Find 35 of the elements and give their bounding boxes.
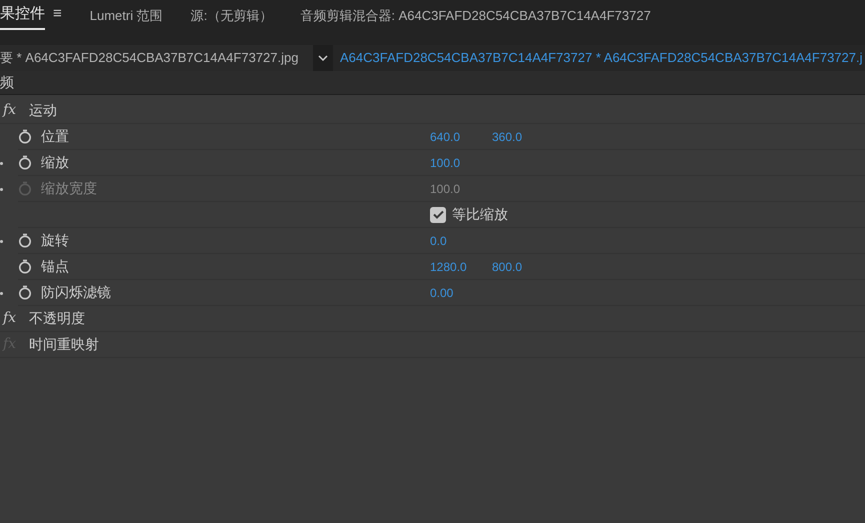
panel-tab[interactable]: Lumetri 范围 — [90, 6, 163, 30]
checkbox-label[interactable]: 等比缩放 — [452, 204, 508, 225]
property-value[interactable]: 100.0 — [430, 154, 492, 172]
fx-icon[interactable]: fx — [0, 308, 20, 329]
property-name: 锚点 — [41, 257, 70, 276]
effect-name[interactable]: 运动 — [29, 100, 58, 121]
property-value[interactable]: 800.0 — [492, 258, 554, 276]
property-value: 100.0 — [430, 180, 462, 198]
panel-tab[interactable]: 音频剪辑混合器: A64C3FAFD28C54CBA37B7C14A4F73727 — [300, 6, 651, 30]
property-name: 旋转 — [41, 231, 70, 250]
panel-menu-icon[interactable]: ≡ — [53, 2, 62, 30]
property-value[interactable]: 640.0 — [430, 128, 492, 146]
section-label: 频 — [0, 73, 14, 92]
property-name: 位置 — [41, 127, 70, 146]
effect-name[interactable]: 不透明度 — [29, 308, 86, 329]
master-clip-label: 要 * A64C3FAFD28C54CBA37B7C14A4F73727.jpg — [0, 45, 313, 71]
stopwatch-icon[interactable] — [18, 129, 32, 144]
stopwatch-icon[interactable] — [18, 259, 32, 274]
dropdown-caret-icon[interactable] — [313, 45, 333, 71]
checkbox[interactable] — [430, 206, 446, 222]
property-name: 缩放 — [41, 153, 70, 172]
stopwatch-icon[interactable] — [18, 155, 32, 170]
property-value[interactable]: 0.0 — [430, 232, 492, 250]
property-name: 缩放宽度 — [41, 179, 98, 198]
panel-tab[interactable]: 果控件 — [0, 2, 45, 30]
property-value[interactable]: 1280.0 — [430, 258, 492, 276]
stopwatch-icon[interactable] — [18, 233, 32, 248]
stopwatch-icon[interactable] — [18, 285, 32, 300]
effect-name[interactable]: 时间重映射 — [29, 334, 100, 355]
sequence-clip-label[interactable]: A64C3FAFD28C54CBA37B7C14A4F73727 * A64C3FAFD28C54CBA37B7C14A4F73727.j — [333, 48, 862, 68]
property-value[interactable]: 0.00 — [430, 284, 492, 302]
property-value[interactable]: 360.0 — [492, 128, 554, 146]
fx-icon[interactable]: fx — [0, 100, 20, 121]
panel-tab[interactable]: 源:（无剪辑） — [190, 6, 272, 30]
property-name: 防闪烁滤镜 — [41, 283, 112, 302]
